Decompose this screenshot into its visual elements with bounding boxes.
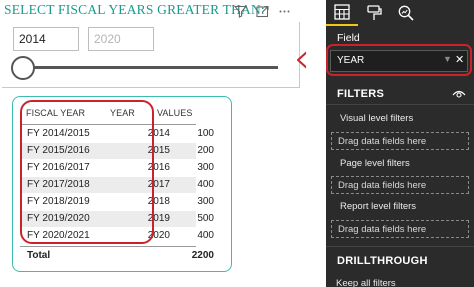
more-options-icon[interactable] <box>276 3 292 19</box>
total-value: 2200 <box>191 250 214 261</box>
page-level-drop-zone[interactable]: Drag data fields here <box>331 176 469 194</box>
eye-icon[interactable] <box>452 88 466 100</box>
column-header-values[interactable]: VALUES <box>157 108 192 118</box>
format-paint-icon[interactable] <box>358 0 390 26</box>
cell-year: 2018 <box>147 196 170 207</box>
cell-value: 500 <box>197 213 214 224</box>
drillthrough-header: DRILLTHROUGH <box>337 255 428 267</box>
section-divider <box>326 246 474 247</box>
slicer-title: SELECT FISCAL YEARS GREATER THAN: <box>4 2 265 17</box>
panel-gutter <box>306 0 326 287</box>
filters-header: FILTERS <box>337 88 385 100</box>
cell-fiscal-year: FY 2020/2021 <box>27 230 90 241</box>
field-label: Field <box>337 32 360 44</box>
analytics-icon[interactable] <box>390 0 422 26</box>
header-divider <box>20 124 196 125</box>
cell-year: 2016 <box>147 162 170 173</box>
keep-all-filters-label[interactable]: Keep all filters <box>336 278 396 287</box>
page-level-filters-label: Page level filters <box>340 158 410 169</box>
cell-fiscal-year: FY 2018/2019 <box>27 196 90 207</box>
table-row: FY 2020/2021 2020 400 <box>20 228 214 244</box>
table-row: FY 2018/2019 2018 300 <box>20 194 214 210</box>
cell-value: 300 <box>197 162 214 173</box>
cell-year: 2014 <box>147 128 170 139</box>
total-divider <box>20 246 196 247</box>
total-label: Total <box>27 250 51 261</box>
cell-fiscal-year: FY 2017/2018 <box>27 179 90 190</box>
slider-handle[interactable] <box>11 56 35 80</box>
visual-level-drop-zone[interactable]: Drag data fields here <box>331 132 469 150</box>
cell-value: 200 <box>197 145 214 156</box>
close-icon[interactable]: ✕ <box>455 53 464 66</box>
filter-icon[interactable] <box>232 3 248 19</box>
focus-mode-icon[interactable] <box>254 3 270 19</box>
table-row: FY 2019/2020 2019 500 <box>20 211 214 227</box>
cell-year: 2015 <box>147 145 170 156</box>
table-row: FY 2017/2018 2017 400 <box>20 177 214 193</box>
range-max-input[interactable]: 2020 <box>88 27 154 51</box>
table-row: FY 2015/2016 2015 200 <box>20 143 214 159</box>
cell-value: 400 <box>197 230 214 241</box>
cell-fiscal-year: FY 2014/2015 <box>27 128 90 139</box>
column-header-year[interactable]: YEAR <box>110 108 135 118</box>
report-level-drop-zone[interactable]: Drag data fields here <box>331 220 469 238</box>
column-header-fiscal-year[interactable]: FISCAL YEAR <box>26 108 85 118</box>
field-value: YEAR <box>337 55 365 66</box>
visual-header-icons <box>232 3 292 19</box>
cell-value: 100 <box>197 128 214 139</box>
fields-icon[interactable] <box>326 0 358 26</box>
chevron-down-icon[interactable]: ▼ <box>443 54 452 64</box>
cell-year: 2019 <box>147 213 170 224</box>
cell-fiscal-year: FY 2019/2020 <box>27 213 90 224</box>
cell-year: 2020 <box>147 230 170 241</box>
cell-value: 400 <box>197 179 214 190</box>
report-level-filters-label: Report level filters <box>340 201 417 212</box>
cell-year: 2017 <box>147 179 170 190</box>
slider-track[interactable] <box>22 66 278 69</box>
table-row: FY 2014/2015 2014 100 <box>20 126 214 142</box>
field-well-year[interactable]: YEAR ▼ ✕ <box>330 50 468 72</box>
cell-fiscal-year: FY 2015/2016 <box>27 145 90 156</box>
total-row: Total 2200 <box>20 248 214 264</box>
section-divider <box>326 104 474 105</box>
pane-tabs <box>326 0 474 26</box>
visual-level-filters-label: Visual level filters <box>340 113 414 124</box>
cell-value: 300 <box>197 196 214 207</box>
table-row: FY 2016/2017 2016 300 <box>20 160 214 176</box>
cell-fiscal-year: FY 2016/2017 <box>27 162 90 173</box>
range-min-input[interactable]: 2014 <box>13 27 79 51</box>
